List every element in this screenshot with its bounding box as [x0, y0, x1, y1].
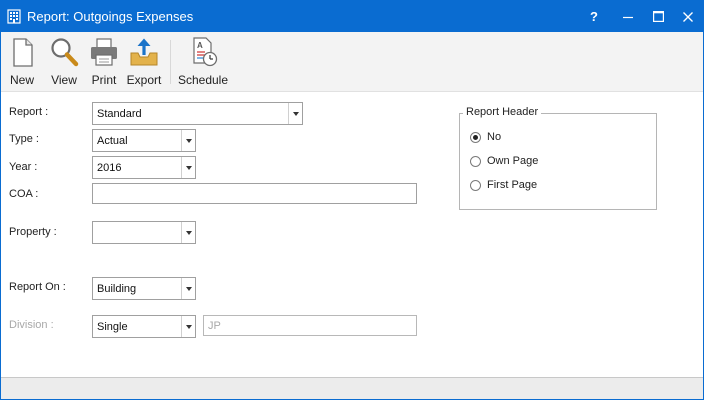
- division-combo[interactable]: Single: [92, 315, 196, 338]
- minimize-icon: [623, 16, 633, 18]
- coa-field[interactable]: [92, 183, 417, 204]
- print-button[interactable]: Print: [87, 32, 121, 92]
- help-button[interactable]: ?: [577, 1, 611, 32]
- report-on-value: Building: [97, 283, 137, 295]
- radio-header-own-page[interactable]: Own Page: [470, 155, 538, 167]
- export-label: Export: [126, 73, 162, 87]
- division-dropdown-button[interactable]: [181, 316, 195, 337]
- new-label: New: [9, 73, 34, 87]
- new-button[interactable]: New: [5, 32, 39, 92]
- toolbar-separator: [170, 40, 171, 84]
- radio-header-first-page[interactable]: First Page: [470, 179, 537, 191]
- division-code-field: JP: [203, 315, 417, 336]
- magnifier-icon: [51, 38, 79, 67]
- minimize-button[interactable]: [611, 1, 645, 32]
- status-bar: [1, 377, 703, 399]
- year-label: Year :: [9, 161, 38, 173]
- export-button[interactable]: Export: [125, 32, 163, 92]
- report-header-title: Report Header: [463, 106, 542, 118]
- export-tray-icon: [130, 38, 158, 66]
- view-button[interactable]: View: [47, 32, 81, 92]
- report-on-label: Report On :: [9, 281, 66, 293]
- type-combo[interactable]: Actual: [92, 129, 196, 152]
- type-label: Type :: [9, 133, 39, 145]
- maximize-button[interactable]: [641, 1, 675, 32]
- report-combo[interactable]: Standard: [92, 102, 303, 125]
- chevron-down-icon: [185, 230, 192, 235]
- report-dropdown-button[interactable]: [288, 103, 302, 124]
- toolbar: New View Print Export A Schedule: [1, 32, 703, 92]
- radio-button[interactable]: [470, 155, 481, 167]
- report-window: Report: Outgoings Expenses ? New View Pr…: [0, 0, 704, 400]
- radio-label-first-page: First Page: [487, 179, 538, 191]
- type-dropdown-button[interactable]: [181, 130, 195, 151]
- svg-text:A: A: [197, 41, 203, 50]
- close-button[interactable]: [671, 1, 704, 32]
- report-on-combo[interactable]: Building: [92, 277, 196, 300]
- report-on-dropdown-button[interactable]: [181, 278, 195, 299]
- property-label: Property :: [9, 226, 57, 238]
- radio-label-no: No: [487, 131, 502, 143]
- printer-icon: [91, 38, 117, 66]
- division-code-value: JP: [208, 320, 221, 332]
- division-label: Division :: [9, 319, 54, 331]
- report-label: Report :: [9, 106, 49, 118]
- chevron-down-icon: [185, 138, 192, 143]
- schedule-button[interactable]: A Schedule: [177, 32, 229, 92]
- type-value: Actual: [97, 135, 128, 147]
- building-icon: [7, 9, 21, 24]
- radio-button[interactable]: [470, 179, 481, 191]
- chevron-down-icon: [185, 286, 192, 291]
- year-combo[interactable]: 2016: [92, 156, 196, 179]
- property-dropdown-button[interactable]: [181, 222, 195, 243]
- year-value: 2016: [97, 162, 122, 174]
- radio-button-checked[interactable]: [470, 131, 481, 143]
- coa-label: COA :: [9, 188, 39, 200]
- window-title: Report: Outgoings Expenses: [27, 9, 194, 24]
- division-value: Single: [97, 321, 128, 333]
- chevron-down-icon: [185, 165, 192, 170]
- report-value: Standard: [97, 108, 142, 120]
- radio-label-own-page: Own Page: [487, 155, 539, 167]
- help-icon: ?: [590, 9, 598, 24]
- schedule-label: Schedule: [177, 73, 229, 87]
- radio-header-no[interactable]: No: [470, 131, 501, 143]
- year-dropdown-button[interactable]: [181, 157, 195, 178]
- print-label: Print: [91, 73, 117, 87]
- maximize-icon: [652, 11, 664, 22]
- chevron-down-icon: [292, 111, 299, 116]
- view-label: View: [51, 73, 77, 87]
- chevron-down-icon: [185, 324, 192, 329]
- property-combo[interactable]: [92, 221, 196, 244]
- schedule-report-icon: A: [193, 37, 218, 67]
- new-document-icon: [13, 38, 33, 67]
- close-icon: [683, 11, 693, 22]
- title-bar[interactable]: Report: Outgoings Expenses ?: [1, 1, 703, 32]
